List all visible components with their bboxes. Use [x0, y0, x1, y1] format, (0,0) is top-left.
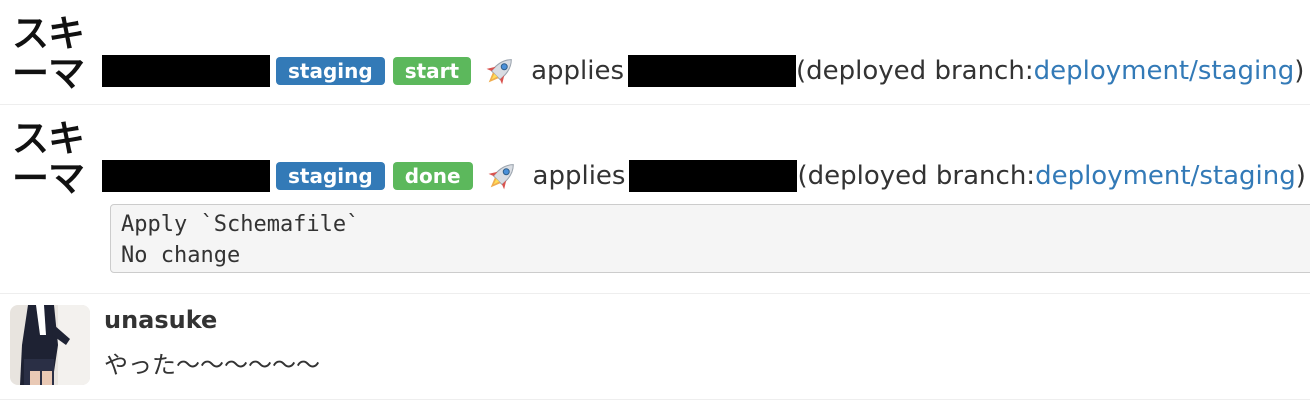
rocket-icon: [486, 59, 512, 85]
deploy-status-line: staging done applies (deployed branch: d…: [102, 158, 1306, 194]
rocket-icon: [488, 164, 514, 190]
redacted-bot-name: [102, 55, 270, 87]
deployed-branch-prefix: (deployed branch:: [797, 161, 1036, 191]
env-label: staging: [276, 57, 385, 85]
deployed-branch-suffix: ): [1295, 161, 1306, 191]
user-avatar-image: [10, 305, 90, 385]
branch-link[interactable]: deployment/staging: [1035, 161, 1296, 191]
redacted-schema-target: [628, 55, 797, 87]
status-label-done: done: [392, 162, 473, 190]
username[interactable]: unasuke: [104, 306, 217, 334]
user-avatar[interactable]: [10, 305, 90, 385]
message-deploy-start: スキ ーマ staging start applies (deployed br…: [0, 0, 1310, 105]
bot-avatar-line-2: ーマ: [12, 52, 85, 95]
bot-avatar[interactable]: スキ ーマ: [12, 14, 92, 94]
code-line-1: Apply `Schemafile`: [121, 212, 360, 237]
bot-avatar-line-1: スキ: [12, 117, 85, 160]
message-deploy-done: スキ ーマ staging done applies (deployed bra…: [0, 105, 1310, 294]
applies-text: applies: [531, 56, 625, 86]
applies-text: applies: [532, 161, 626, 191]
code-block: Apply `Schemafile` No change: [110, 204, 1310, 273]
code-line-2: No change: [121, 243, 241, 268]
bot-avatar[interactable]: スキ ーマ: [12, 119, 92, 199]
status-label-start: start: [392, 57, 472, 85]
message-text: やった〜〜〜〜〜〜: [104, 351, 320, 379]
deployed-branch-suffix: ): [1294, 56, 1305, 86]
bot-avatar-line-2: ーマ: [12, 157, 85, 200]
env-label: staging: [276, 162, 385, 190]
bot-avatar-line-1: スキ: [12, 12, 85, 55]
redacted-schema-target: [629, 160, 798, 192]
branch-link[interactable]: deployment/staging: [1034, 56, 1295, 86]
deploy-status-line: staging start applies (deployed branch: …: [102, 53, 1304, 89]
message-user: unasuke やった〜〜〜〜〜〜: [0, 294, 1310, 400]
redacted-bot-name: [102, 160, 270, 192]
deployed-branch-prefix: (deployed branch:: [796, 56, 1034, 86]
